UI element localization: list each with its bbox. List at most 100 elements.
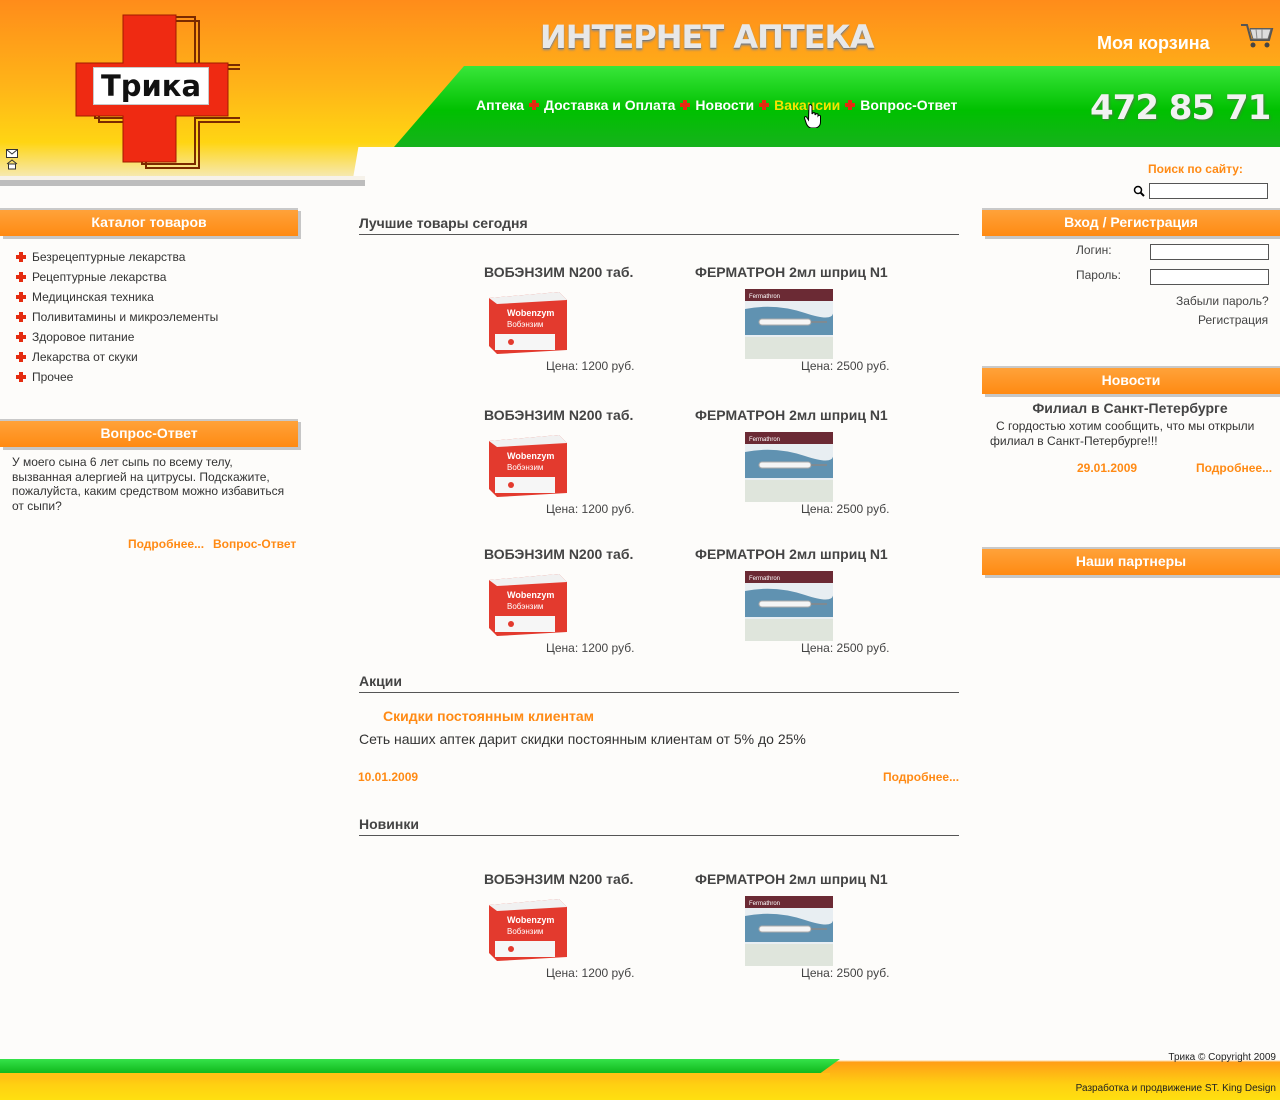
product-name[interactable]: ФЕРМАТРОН 2мл шприц N1 bbox=[695, 546, 895, 562]
product-card[interactable]: ВОБЭНЗИМ N200 таб. Wobenzym Вобэнзим Цена: … bbox=[484, 871, 644, 981]
product-card[interactable]: ВОБЭНЗИМ N200 таб. Wobenzym Вобэнзим Цена: … bbox=[484, 546, 644, 656]
product-box-brand: Wobenzym bbox=[507, 590, 554, 600]
catalog-header: Каталог товаров bbox=[0, 208, 298, 236]
product-card[interactable]: ФЕРМАТРОН 2мл шприц N1 Fermathron Цена: 25… bbox=[695, 407, 895, 517]
plus-icon bbox=[680, 100, 691, 110]
news-item-text: С гордостью хотим сообщить, что мы откры… bbox=[990, 419, 1255, 448]
product-image[interactable]: Wobenzym Вобэнзим bbox=[487, 572, 569, 638]
header-edge bbox=[0, 180, 365, 186]
logo-text: Трика bbox=[93, 67, 209, 105]
product-image[interactable]: Wobenzym Вобэнзим bbox=[487, 290, 569, 356]
home-icon[interactable] bbox=[6, 157, 18, 170]
qa-section-link[interactable]: Вопрос-Ответ bbox=[213, 537, 296, 551]
product-box-brand: Fermathron bbox=[749, 437, 780, 443]
nav-apteka[interactable]: Аптека bbox=[476, 97, 524, 113]
plus-icon bbox=[759, 100, 770, 110]
nav-news[interactable]: Новости bbox=[695, 97, 754, 113]
product-name[interactable]: ФЕРМАТРОН 2мл шприц N1 bbox=[695, 871, 895, 887]
best-products-title: Лучшие товары сегодня bbox=[359, 215, 959, 235]
nav-qa[interactable]: Вопрос-Ответ bbox=[860, 97, 957, 113]
catalog-item[interactable]: Рецептурные лекарства bbox=[16, 267, 218, 287]
news-more-link[interactable]: Подробнее... bbox=[1196, 461, 1272, 475]
news-item-title[interactable]: Филиал в Санкт-Петербурге bbox=[980, 400, 1280, 416]
product-card[interactable]: ФЕРМАТРОН 2мл шприц N1 Fermathron Цена: 25… bbox=[695, 871, 895, 981]
catalog-item[interactable]: Безрецептурные лекарства bbox=[16, 247, 218, 267]
product-name[interactable]: ВОБЭНЗИМ N200 таб. bbox=[484, 264, 644, 280]
product-image[interactable]: Fermathron bbox=[745, 571, 834, 641]
news-date: 29.01.2009 bbox=[1077, 461, 1138, 475]
product-box-sub: Вобэнзим bbox=[507, 602, 543, 611]
main-nav: Аптека Доставка и Оплата Новости Ваканси… bbox=[476, 97, 957, 113]
product-name[interactable]: ФЕРМАТРОН 2мл шприц N1 bbox=[695, 407, 895, 423]
product-box-brand: Wobenzym bbox=[507, 308, 554, 318]
forgot-password-link[interactable]: Забыли пароль? bbox=[1176, 294, 1269, 308]
catalog-item[interactable]: Здоровое питание bbox=[16, 327, 218, 347]
new-products-title: Новинки bbox=[359, 816, 959, 836]
product-card[interactable]: ФЕРМАТРОН 2мл шприц N1 Fermathron Цена: 25… bbox=[695, 546, 895, 656]
plus-icon bbox=[16, 252, 26, 262]
product-card[interactable]: ФЕРМАТРОН 2мл шприц N1 Fermathron Цена: 25… bbox=[695, 264, 895, 374]
product-name[interactable]: ФЕРМАТРОН 2мл шприц N1 bbox=[695, 264, 895, 280]
product-name[interactable]: ВОБЭНЗИМ N200 таб. bbox=[484, 871, 644, 887]
nav-delivery[interactable]: Доставка и Оплата bbox=[544, 97, 675, 113]
product-image[interactable]: Fermathron bbox=[745, 432, 834, 502]
product-image[interactable]: Fermathron bbox=[745, 896, 834, 966]
cart-icon[interactable] bbox=[1240, 22, 1274, 50]
catalog-item-label: Прочее bbox=[32, 370, 74, 384]
plus-icon bbox=[16, 352, 26, 362]
search-icon[interactable] bbox=[1133, 184, 1145, 197]
catalog-item-label: Здоровое питание bbox=[32, 330, 135, 344]
product-price: Цена: 1200 руб. bbox=[546, 502, 635, 516]
product-box-brand: Fermathron bbox=[749, 576, 780, 582]
search-label: Поиск по сайту: bbox=[1148, 162, 1243, 176]
plus-icon bbox=[16, 272, 26, 282]
product-price: Цена: 1200 руб. bbox=[546, 641, 635, 655]
footer-credits[interactable]: Разработка и продвижение ST. King Design bbox=[1076, 1083, 1276, 1094]
cart-link[interactable]: Моя корзина bbox=[1097, 33, 1210, 54]
catalog-list: Безрецептурные лекарства Рецептурные лек… bbox=[16, 247, 218, 387]
plus-icon bbox=[529, 100, 540, 110]
footer-copyright: Трика © Copyright 2009 bbox=[1168, 1052, 1276, 1063]
catalog-item-label: Поливитамины и микроэлементы bbox=[32, 310, 219, 324]
logo[interactable]: Трика bbox=[70, 10, 240, 170]
qa-more-link[interactable]: Подробнее... bbox=[128, 537, 204, 551]
plus-icon bbox=[16, 372, 26, 382]
catalog-item[interactable]: Лекарства от скуки bbox=[16, 347, 218, 367]
catalog-item[interactable]: Поливитамины и микроэлементы bbox=[16, 307, 218, 327]
product-box-brand: Wobenzym bbox=[507, 451, 554, 461]
mail-icon[interactable] bbox=[6, 145, 18, 158]
product-price: Цена: 2500 руб. bbox=[801, 502, 890, 516]
product-price: Цена: 1200 руб. bbox=[546, 359, 635, 373]
qa-question: У моего сына 6 лет сыпь по всему телу, в… bbox=[12, 455, 285, 513]
hand-cursor-icon bbox=[803, 104, 822, 129]
password-field[interactable] bbox=[1150, 269, 1269, 285]
product-name[interactable]: ВОБЭНЗИМ N200 таб. bbox=[484, 546, 644, 562]
product-image[interactable]: Wobenzym Вобэнзим bbox=[487, 433, 569, 499]
promo-title[interactable]: Скидки постоянным клиентам bbox=[383, 708, 594, 724]
product-box-brand: Wobenzym bbox=[507, 915, 554, 925]
catalog-item-label: Рецептурные лекарства bbox=[32, 270, 167, 284]
catalog-item-label: Медицинская техника bbox=[32, 290, 154, 304]
product-price: Цена: 2500 руб. bbox=[801, 641, 890, 655]
product-card[interactable]: ВОБЭНЗИМ N200 таб. Wobenzym Вобэнзим Цена: … bbox=[484, 264, 644, 374]
product-box-sub: Вобэнзим bbox=[507, 927, 543, 936]
search-input[interactable] bbox=[1149, 183, 1268, 199]
product-box-brand: Fermathron bbox=[749, 901, 780, 907]
product-name[interactable]: ВОБЭНЗИМ N200 таб. bbox=[484, 407, 644, 423]
news-header: Новости bbox=[982, 366, 1280, 394]
qa-header: Вопрос-Ответ bbox=[0, 419, 298, 447]
catalog-item[interactable]: Прочее bbox=[16, 367, 218, 387]
product-box-sub: Вобэнзим bbox=[507, 463, 543, 472]
promo-text: Сеть наших аптек дарит скидки постоянным… bbox=[359, 731, 806, 747]
product-price: Цена: 1200 руб. bbox=[546, 966, 635, 980]
register-link[interactable]: Регистрация bbox=[1198, 313, 1268, 327]
login-field[interactable] bbox=[1150, 244, 1269, 260]
product-price: Цена: 2500 руб. bbox=[801, 359, 890, 373]
footer-green-stripe bbox=[0, 1059, 840, 1073]
product-box-sub: Вобэнзим bbox=[507, 320, 543, 329]
product-card[interactable]: ВОБЭНЗИМ N200 таб. Wobenzym Вобэнзим Цена: … bbox=[484, 407, 644, 517]
product-image[interactable]: Fermathron bbox=[745, 289, 834, 359]
catalog-item[interactable]: Медицинская техника bbox=[16, 287, 218, 307]
promo-more-link[interactable]: Подробнее... bbox=[883, 770, 959, 784]
product-image[interactable]: Wobenzym Вобэнзим bbox=[487, 897, 569, 963]
